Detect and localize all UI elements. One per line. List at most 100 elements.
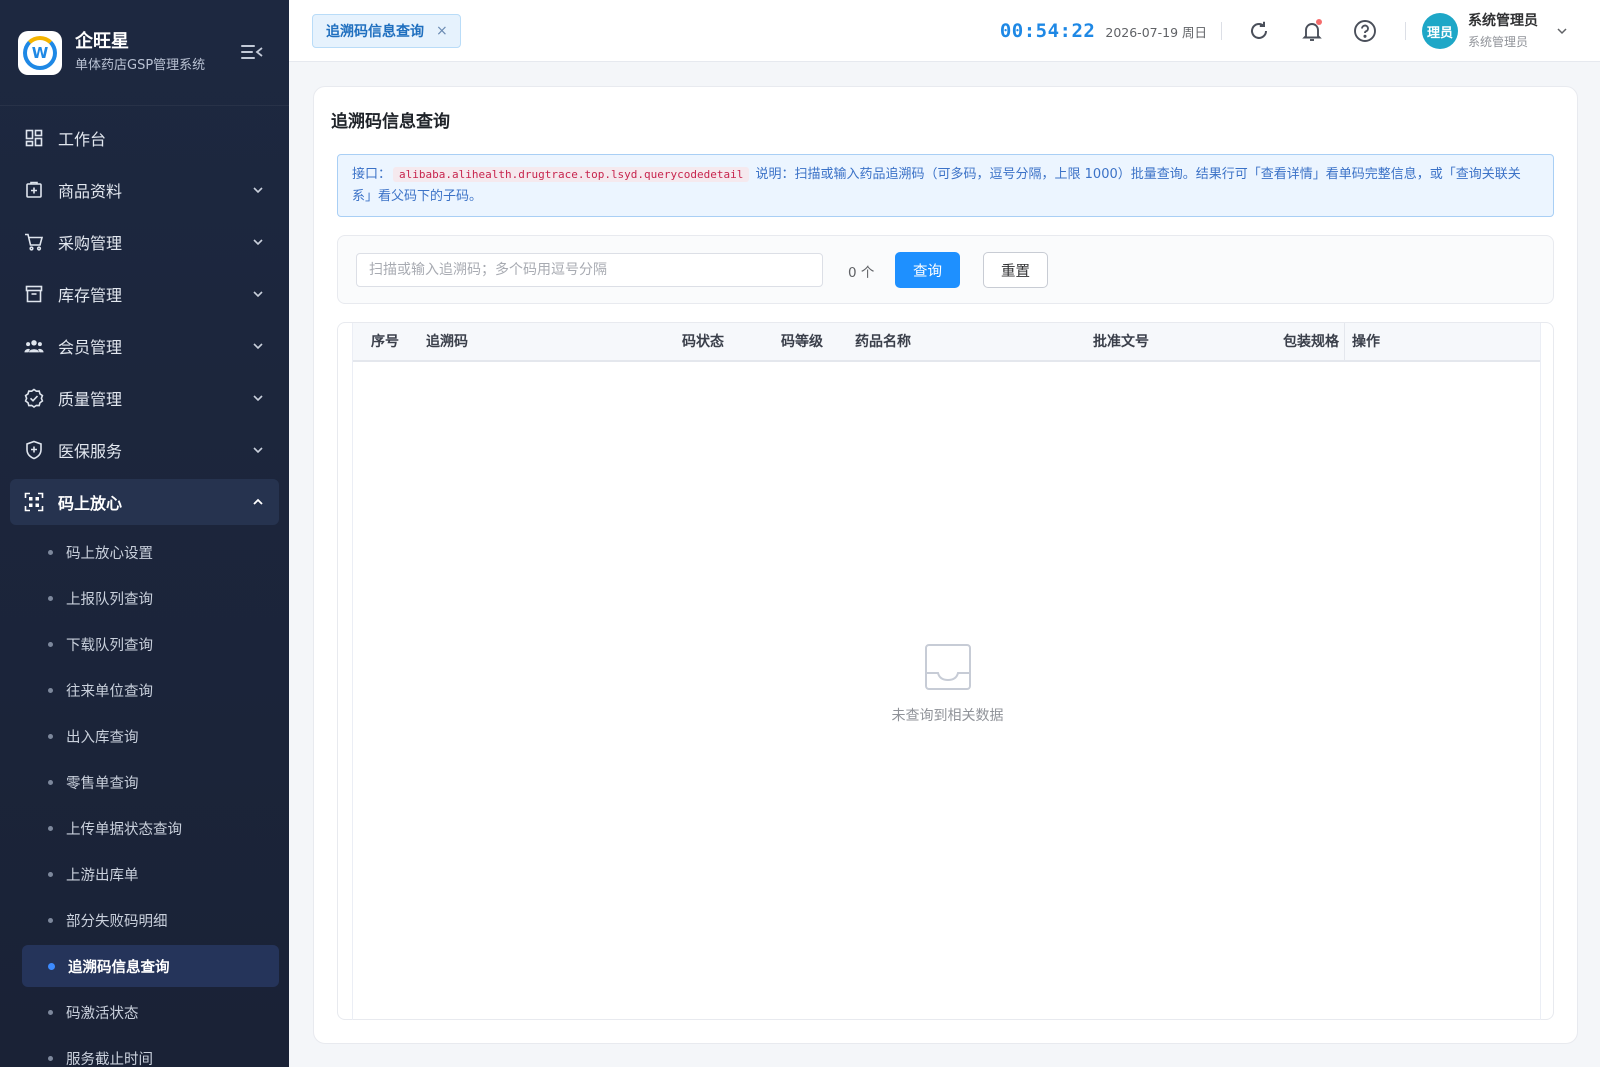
- bullet-dot: [48, 641, 53, 647]
- user-role: 系统管理员: [1468, 34, 1529, 49]
- empty-text: 未查询到相关数据: [891, 708, 1004, 724]
- trace-code-input[interactable]: [356, 253, 823, 287]
- column-header-package-spec[interactable]: 包装规格: [1283, 323, 1339, 362]
- submenu-item-label: 上游出库单: [66, 867, 139, 884]
- column-header-drug-name[interactable]: 药品名称: [855, 323, 911, 362]
- close-icon[interactable]: ×: [436, 23, 448, 39]
- column-header-trace-code[interactable]: 追溯码: [426, 323, 468, 362]
- brand-name: 企旺星: [75, 30, 129, 52]
- brand-logo: W: [18, 30, 62, 75]
- divider: [1405, 22, 1406, 40]
- sidebar-item-inventory[interactable]: 库存管理: [10, 271, 279, 317]
- sidebar-item-label: 工作台: [58, 130, 107, 149]
- brand-text: 企旺星 单体药店GSP管理系统: [75, 30, 205, 76]
- page-title: 追溯码信息查询: [331, 112, 450, 132]
- submenu-item-service-expiry[interactable]: 服务截止时间: [22, 1037, 279, 1067]
- submenu-item-settings[interactable]: 码上放心设置: [22, 531, 279, 573]
- chevron-down-icon: [253, 447, 263, 454]
- bullet-dot: [48, 595, 53, 601]
- submenu-item-partial-failures[interactable]: 部分失败码明细: [22, 899, 279, 941]
- header-right: 00:54:22 2026-07-19 周日 理员 系统管理员 系统管理员: [1000, 0, 1600, 62]
- column-header-code-level[interactable]: 码等级: [781, 323, 823, 362]
- query-button[interactable]: 查询: [895, 252, 960, 288]
- user-menu[interactable]: 理员 系统管理员 系统管理员: [1422, 12, 1568, 51]
- submenu-code-assurance: 码上放心设置 上报队列查询 下载队列查询 往来单位查询 出入库查询 零售单查询 …: [10, 531, 279, 1067]
- dashboard-icon: [24, 128, 44, 148]
- column-header-approval-number[interactable]: 批准文号: [1093, 323, 1149, 362]
- submenu-item-label: 往来单位查询: [66, 683, 153, 700]
- submenu-item-label: 上报队列查询: [66, 591, 153, 608]
- sidebar-item-purchasing[interactable]: 采购管理: [10, 219, 279, 265]
- bell-icon[interactable]: [1299, 18, 1325, 44]
- submenu-item-download-queue[interactable]: 下载队列查询: [22, 623, 279, 665]
- refresh-icon[interactable]: [1246, 18, 1272, 44]
- chevron-down-icon: [253, 395, 263, 402]
- sidebar-item-label: 商品资料: [58, 182, 123, 201]
- bullet-dot: [48, 549, 53, 555]
- sidebar-item-label: 质量管理: [58, 390, 123, 409]
- logo-mark: W: [23, 35, 57, 70]
- submenu-item-label: 服务截止时间: [66, 1051, 153, 1067]
- submenu-item-upstream-outbound[interactable]: 上游出库单: [22, 853, 279, 895]
- column-header-code-status[interactable]: 码状态: [682, 323, 724, 362]
- submenu-item-partners[interactable]: 往来单位查询: [22, 669, 279, 711]
- table-body-area: 序号 追溯码 码状态 码等级 药品名称 批准文号 包装规格 操作 未查询到相关数…: [352, 323, 1541, 1020]
- help-icon[interactable]: [1352, 18, 1378, 44]
- empty-box-icon: [924, 644, 971, 690]
- api-notice: 接口： alibaba.alihealth.drugtrace.top.lsyd.…: [337, 154, 1554, 217]
- submenu-item-trace-code-query[interactable]: 追溯码信息查询: [22, 945, 279, 987]
- sidebar-collapse-icon[interactable]: [241, 43, 263, 61]
- results-table: 序号 追溯码 码状态 码等级 药品名称 批准文号 包装规格 操作 未查询到相关数…: [337, 322, 1554, 1020]
- brand-header: W 企旺星 单体药店GSP管理系统: [0, 0, 289, 106]
- submenu-item-retail-orders[interactable]: 零售单查询: [22, 761, 279, 803]
- chevron-down-icon: [1557, 28, 1567, 35]
- bullet-dot: [48, 733, 53, 739]
- submenu-item-activation-status[interactable]: 码激活状态: [22, 991, 279, 1033]
- submenu-item-label: 上传单据状态查询: [66, 821, 182, 838]
- bullet-dot: [48, 1009, 53, 1015]
- bullet-dot: [48, 871, 53, 877]
- column-header-index[interactable]: 序号: [371, 323, 399, 362]
- submenu-item-label: 出入库查询: [66, 729, 139, 746]
- submenu-item-label: 部分失败码明细: [66, 913, 168, 930]
- submenu-item-report-queue[interactable]: 上报队列查询: [22, 577, 279, 619]
- submenu-item-label: 下载队列查询: [66, 637, 153, 654]
- sidebar-item-dashboard[interactable]: 工作台: [10, 115, 279, 161]
- empty-state: 未查询到相关数据: [353, 643, 1542, 725]
- members-icon: [24, 336, 44, 356]
- sidebar-item-label: 采购管理: [58, 234, 123, 253]
- sidebar-item-products[interactable]: 商品资料: [10, 167, 279, 213]
- sidebar-item-label: 码上放心: [58, 494, 123, 513]
- shield-plus-icon: [24, 440, 44, 460]
- column-divider: [1344, 323, 1345, 362]
- sidebar-item-code-assurance[interactable]: 码上放心: [10, 479, 279, 525]
- reset-button[interactable]: 重置: [983, 252, 1048, 288]
- sidebar-item-members[interactable]: 会员管理: [10, 323, 279, 369]
- search-bar: 0 个 查询 重置: [337, 235, 1554, 304]
- sidebar-menu: 工作台 商品资料 采购管理 库存管理 会员管理 质量管理 医保服务 码上放心 码…: [0, 106, 289, 1067]
- main-panel: 追溯码信息查询 接口： alibaba.alihealth.drugtrace.t…: [313, 86, 1578, 1044]
- bullet-dot: [48, 917, 53, 923]
- sidebar-item-medical-insurance[interactable]: 医保服务: [10, 427, 279, 473]
- user-name: 系统管理员: [1468, 12, 1538, 29]
- bullet-dot: [48, 825, 53, 831]
- inventory-icon: [24, 284, 44, 304]
- table-header: 序号 追溯码 码状态 码等级 药品名称 批准文号 包装规格 操作: [353, 323, 1540, 362]
- sidebar-item-quality[interactable]: 质量管理: [10, 375, 279, 421]
- column-header-actions[interactable]: 操作: [1352, 323, 1380, 362]
- submenu-item-upload-status[interactable]: 上传单据状态查询: [22, 807, 279, 849]
- chevron-down-icon: [253, 291, 263, 298]
- sidebar-item-label: 库存管理: [58, 286, 123, 305]
- scan-code-icon: [24, 492, 44, 512]
- submenu-item-label: 追溯码信息查询: [68, 959, 170, 976]
- clock: 00:54:22: [999, 20, 1096, 42]
- sidebar-item-label: 会员管理: [58, 338, 123, 357]
- notification-dot: [1316, 19, 1322, 25]
- notice-prefix: 接口：: [352, 167, 392, 182]
- tab-trace-code-query[interactable]: 追溯码信息查询 ×: [312, 13, 461, 48]
- divider: [1221, 22, 1222, 40]
- submenu-item-stock-io[interactable]: 出入库查询: [22, 715, 279, 757]
- date: 2026-07-19 周日: [1105, 24, 1207, 40]
- top-header: 追溯码信息查询 × 00:54:22 2026-07-19 周日 理员 系统管理…: [289, 0, 1600, 62]
- code-count: 0 个: [848, 265, 875, 281]
